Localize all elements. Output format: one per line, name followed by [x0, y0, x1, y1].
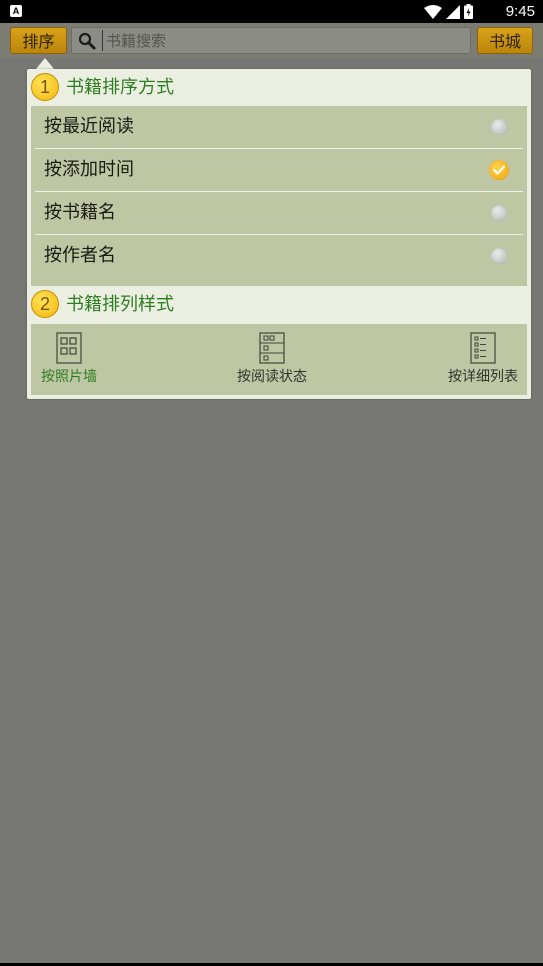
toolbar: 排序 书城	[0, 23, 543, 58]
section-number-badge: 1	[31, 73, 59, 101]
checkmark-icon	[493, 165, 505, 175]
style-option-detail-list[interactable]: 按详细列表	[443, 332, 523, 392]
status-time: 9:45	[505, 3, 535, 20]
section-number-badge: 2	[31, 290, 59, 318]
radio-checked-icon[interactable]	[489, 160, 509, 180]
style-option-reading-status[interactable]: 按阅读状态	[232, 332, 312, 392]
search-input[interactable]	[102, 30, 466, 51]
sort-options-list: 按最近阅读 按添加时间 按书籍名 按作者名	[31, 106, 527, 286]
wifi-icon	[424, 4, 442, 19]
reading-status-icon	[259, 332, 285, 364]
sort-option-label: 按书籍名	[44, 202, 116, 223]
style-option-label: 按详细列表	[448, 369, 518, 385]
popup-arrow	[36, 58, 54, 69]
style-option-label: 按照片墙	[41, 369, 97, 385]
sort-option-author-name[interactable]: 按作者名	[35, 235, 523, 277]
battery-icon	[464, 4, 473, 19]
sort-popup: 1 书籍排序方式 按最近阅读 按添加时间 按书籍名 按作者名 2 书籍排列样式	[27, 69, 531, 399]
sort-option-label: 按添加时间	[44, 159, 134, 180]
signal-icon	[446, 4, 460, 19]
sort-option-label: 按最近阅读	[44, 116, 134, 137]
sort-button[interactable]: 排序	[10, 27, 67, 54]
style-options: 按照片墙 按阅读状态 按详细列表	[31, 324, 527, 395]
style-option-photo-wall[interactable]: 按照片墙	[36, 332, 102, 392]
sort-option-label: 按作者名	[44, 245, 116, 266]
status-icons	[424, 4, 473, 19]
photo-wall-icon	[56, 332, 82, 364]
app-notification-icon: A	[10, 5, 22, 17]
style-section-header: 2 书籍排列样式	[27, 286, 531, 323]
sort-option-book-name[interactable]: 按书籍名	[35, 192, 523, 235]
sort-section-header: 1 书籍排序方式	[27, 69, 531, 106]
search-box[interactable]	[71, 27, 471, 54]
radio-unchecked-icon[interactable]	[491, 205, 507, 221]
status-bar: A 9:45	[0, 0, 543, 23]
radio-unchecked-icon[interactable]	[491, 119, 507, 135]
style-option-label: 按阅读状态	[237, 369, 307, 385]
bookstore-button[interactable]: 书城	[477, 27, 533, 54]
sort-option-recent-read[interactable]: 按最近阅读	[35, 106, 523, 149]
detail-list-icon	[470, 332, 496, 364]
radio-unchecked-icon[interactable]	[491, 248, 507, 264]
search-icon	[78, 32, 96, 50]
style-section-title: 书籍排列样式	[66, 294, 174, 315]
sort-section-title: 书籍排序方式	[66, 77, 174, 98]
sort-option-add-time[interactable]: 按添加时间	[35, 149, 523, 192]
